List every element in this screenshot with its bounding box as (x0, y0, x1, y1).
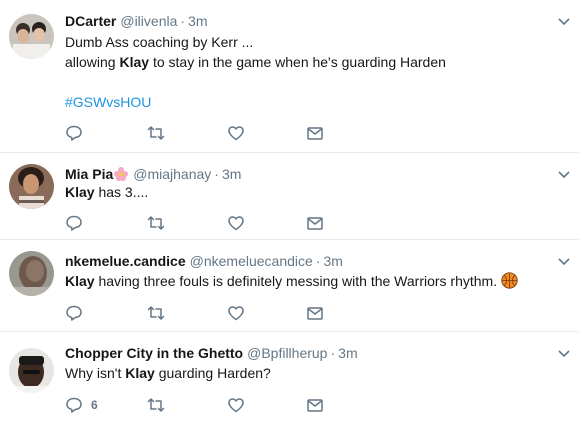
text-segment: to stay in the game when he's guarding H… (149, 54, 446, 70)
display-name[interactable]: DCarter (65, 13, 116, 29)
like-button[interactable] (227, 303, 245, 323)
avatar[interactable] (9, 348, 54, 393)
flower-emoji-icon (114, 167, 129, 181)
retweet-button[interactable] (147, 395, 165, 415)
reply-button[interactable] (65, 213, 91, 233)
user-handle[interactable]: @miajhanay (133, 166, 211, 182)
reply-count: 6 (91, 398, 98, 412)
dm-button[interactable] (306, 213, 324, 233)
dm-icon (307, 217, 323, 230)
tweet-header: Mia Pia @miajhanay · 3m (65, 165, 241, 183)
display-name[interactable]: nkemelue.candice (65, 253, 186, 269)
text-segment: having three fouls is definitely messing… (94, 273, 501, 289)
reply-button[interactable] (65, 123, 91, 143)
like-icon (228, 398, 244, 413)
retweet-icon (147, 398, 165, 412)
text-segment: has 3.... (94, 184, 149, 200)
dm-button[interactable] (306, 395, 324, 415)
reply-icon (66, 397, 82, 413)
tweet-text: Klay has 3.... (65, 182, 148, 202)
like-button[interactable] (227, 123, 245, 143)
tweet-actions (65, 213, 365, 233)
tweet-line: Dumb Ass coaching by Kerr ... (65, 34, 254, 50)
retweet-icon (147, 126, 165, 140)
tweet-text: Klay having three fouls is definitely me… (65, 271, 518, 291)
text-segment: allowing (65, 54, 120, 70)
chevron-down-icon[interactable] (557, 254, 571, 268)
separator-dot: · (180, 13, 186, 29)
text-segment: Why isn't (65, 365, 126, 381)
basketball-emoji-icon (501, 272, 518, 289)
retweet-button[interactable] (147, 123, 165, 143)
highlight-keyword: Klay (125, 365, 155, 381)
avatar[interactable] (9, 251, 54, 296)
like-button[interactable] (227, 395, 245, 415)
tweet-header: nkemelue.candice @nkemeluecandice · 3m (65, 252, 343, 270)
avatar[interactable] (9, 164, 54, 209)
dm-icon (307, 307, 323, 320)
like-icon (228, 216, 244, 231)
dm-button[interactable] (306, 303, 324, 323)
like-button[interactable] (227, 213, 245, 233)
tweet-actions (65, 303, 365, 323)
highlight-keyword: Klay (119, 54, 150, 70)
retweet-icon (147, 216, 165, 230)
chevron-down-icon[interactable] (557, 167, 571, 181)
tweet-text: Dumb Ass coaching by Kerr ... allowing K… (65, 32, 446, 112)
tweet-card[interactable]: nkemelue.candice @nkemeluecandice · 3m Klay… (0, 240, 579, 332)
tweet-card[interactable]: DCarter @ilivenla · 3m Dumb Ass coaching by… (0, 0, 579, 153)
separator-dot: · (330, 345, 336, 361)
separator-dot: · (315, 253, 321, 269)
chevron-down-icon[interactable] (557, 14, 571, 28)
retweet-button[interactable] (147, 213, 165, 233)
dm-icon (307, 127, 323, 140)
retweet-button[interactable] (147, 303, 165, 323)
reply-icon (66, 305, 82, 321)
timestamp[interactable]: 3m (188, 13, 207, 29)
separator-dot: · (214, 166, 219, 182)
tweet-text: Why isn't Klay guarding Harden? (65, 363, 271, 383)
tweet-card[interactable]: Mia Pia @miajhanay · 3m Klay has 3.... (0, 153, 579, 240)
timestamp[interactable]: 3m (338, 345, 357, 361)
highlight-keyword: Klay (65, 273, 95, 289)
user-handle[interactable]: @Bpfillherup (247, 345, 327, 361)
user-handle[interactable]: @ilivenla (120, 13, 177, 29)
dm-button[interactable] (306, 123, 324, 143)
chevron-down-icon[interactable] (557, 346, 571, 360)
reply-icon (66, 125, 82, 141)
tweet-actions: 6 (65, 395, 365, 415)
reply-icon (66, 215, 82, 231)
reply-button[interactable] (65, 303, 91, 323)
avatar[interactable] (9, 14, 54, 59)
tweet-header: Chopper City in the Ghetto @Bpfillherup · 3… (65, 344, 358, 362)
like-icon (228, 126, 244, 141)
reply-button[interactable]: 6 (65, 395, 98, 415)
highlight-keyword: Klay (65, 184, 95, 200)
text-segment: guarding Harden? (154, 365, 271, 381)
retweet-icon (147, 306, 165, 320)
display-name[interactable]: Chopper City in the Ghetto (65, 345, 243, 361)
user-handle[interactable]: @nkemeluecandice (190, 253, 313, 269)
hashtag-link[interactable]: #GSWvsHOU (65, 92, 446, 112)
dm-icon (307, 399, 323, 412)
like-icon (228, 306, 244, 321)
timestamp[interactable]: 3m (222, 166, 241, 182)
tweet-card[interactable]: Chopper City in the Ghetto @Bpfillherup · 3… (0, 332, 579, 428)
tweet-header: DCarter @ilivenla · 3m (65, 12, 208, 30)
tweet-actions (65, 123, 365, 143)
display-name[interactable]: Mia Pia (65, 166, 113, 182)
tweet-line: allowing Klay to stay in the game when h… (65, 52, 446, 72)
timestamp[interactable]: 3m (323, 253, 342, 269)
